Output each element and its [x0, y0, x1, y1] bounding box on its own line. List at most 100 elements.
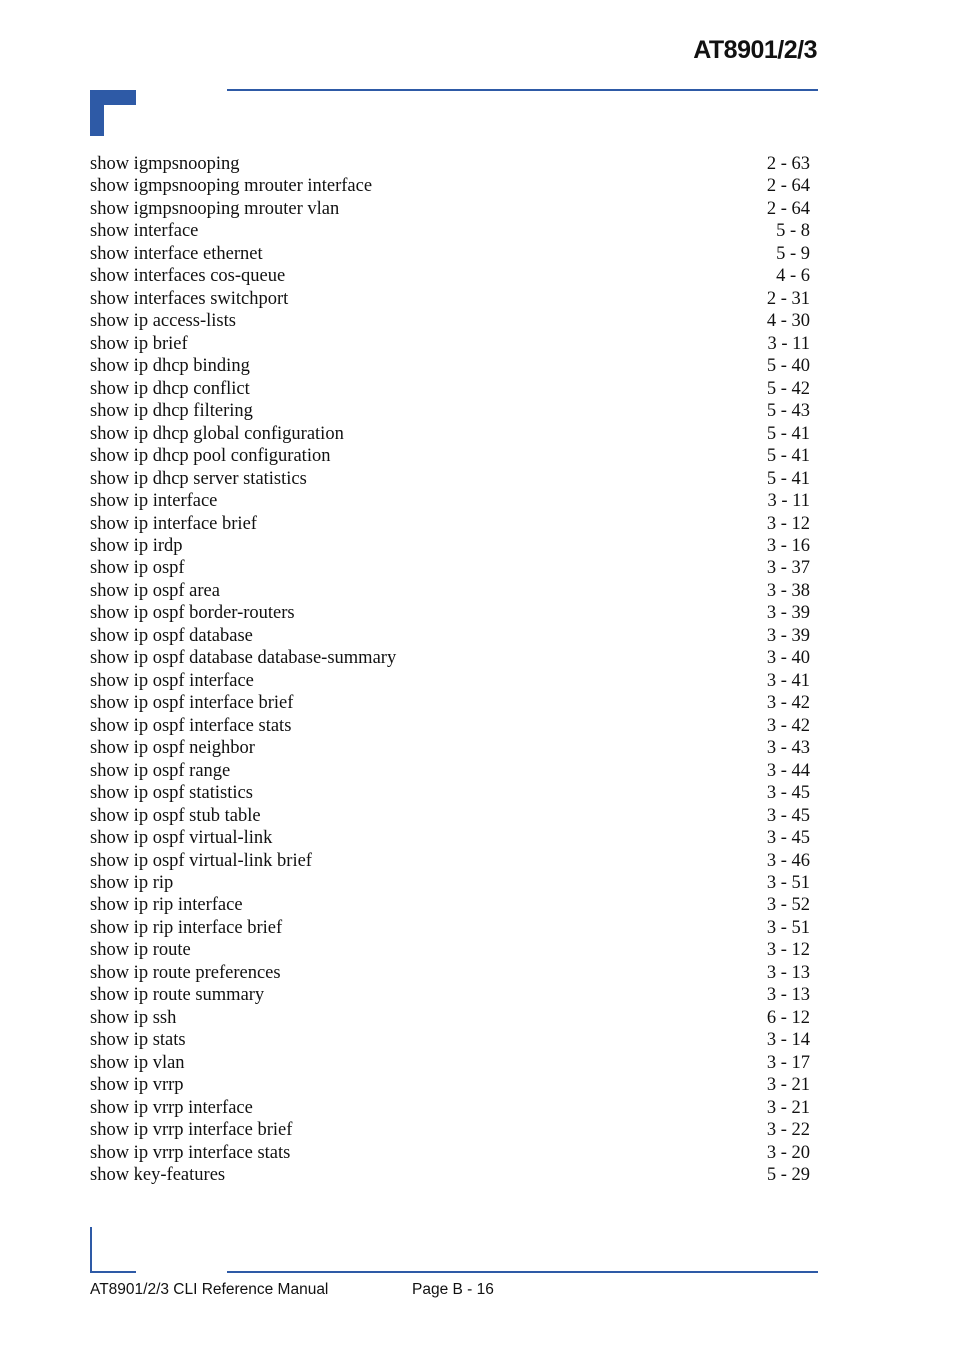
- index-entry-page: 3 - 45: [766, 828, 810, 849]
- index-entry: show ip route 3 - 12: [90, 939, 810, 961]
- index-entry-page: 2 - 64: [766, 176, 810, 197]
- index-entry-page: 3 - 20: [766, 1142, 810, 1163]
- index-entry-page: 3 - 46: [766, 850, 810, 871]
- index-entry-command: show ip ospf neighbor: [90, 738, 255, 759]
- index-entry-page: 4 - 30: [766, 311, 810, 332]
- index-entry: show ip dhcp server statistics 5 - 41: [90, 468, 810, 490]
- index-entry-command: show ip ospf virtual-link brief: [90, 850, 312, 871]
- index-entry-command: show interface: [90, 221, 199, 242]
- index-entry-command: show ip dhcp binding: [90, 356, 250, 377]
- index-entry: show ip access-lists 4 - 30: [90, 310, 810, 332]
- index-entry-command: show ip ospf area: [90, 580, 220, 601]
- index-entry: show ip dhcp binding 5 - 40: [90, 355, 810, 377]
- index-entry: show ip ospf database 3 - 39: [90, 625, 810, 647]
- index-entry-command: show ip vrrp interface stats: [90, 1142, 291, 1163]
- index-entry: show interfaces switchport 2 - 31: [90, 288, 810, 310]
- index-entry-page: 2 - 63: [766, 154, 810, 174]
- index-entry-page: 3 - 38: [766, 580, 810, 601]
- index-entry-page: 3 - 51: [766, 873, 810, 893]
- index-entry-command: show interfaces cos-queue: [90, 266, 286, 287]
- index-entry: show key-features 5 - 29: [90, 1164, 810, 1186]
- index-entry-page: 3 - 39: [766, 625, 810, 646]
- index-entry-page: 5 - 41: [766, 468, 810, 489]
- index-entry-command: show ip ospf statistics: [90, 783, 253, 804]
- index-entry-page: 3 - 52: [766, 895, 810, 916]
- index-entry-page: 3 - 12: [766, 940, 810, 961]
- index-entry: show ip ospf virtual-link brief 3 - 46: [90, 850, 810, 872]
- index-entry: show ip vrrp interface brief 3 - 22: [90, 1119, 810, 1141]
- index-entry-command: show ip dhcp filtering: [90, 401, 253, 422]
- index-entry: show ip rip interface 3 - 52: [90, 894, 810, 916]
- index-entry-page: 2 - 31: [766, 288, 810, 309]
- index-entry-command: show interfaces switchport: [90, 288, 289, 309]
- index-entry-page: 3 - 22: [766, 1120, 810, 1141]
- index-entry-command: show ip ospf database database-summary: [90, 648, 397, 669]
- index-entry: show ip rip interface brief 3 - 51: [90, 917, 810, 939]
- index-entry-command: show ip route summary: [90, 985, 265, 1006]
- index-entry-command: show ip ospf interface stats: [90, 715, 292, 736]
- index-entry-page: 5 - 9: [776, 243, 810, 264]
- index-entry: show ip dhcp conflict 5 - 42: [90, 378, 810, 400]
- footer-rule: [227, 1271, 818, 1273]
- index-entry: show ip ospf interface 3 - 41: [90, 670, 810, 692]
- index-list: show igmpsnooping 2 - 63 show igmpsnooping…: [90, 153, 810, 1187]
- document-title: AT8901/2/3: [693, 36, 817, 64]
- index-entry-page: 3 - 21: [766, 1075, 810, 1096]
- index-entry: show ip stats 3 - 14: [90, 1029, 810, 1051]
- index-entry-command: show ip ospf database: [90, 625, 253, 646]
- index-entry: show igmpsnooping mrouter vlan 2 - 64: [90, 198, 810, 220]
- index-entry-page: 3 - 51: [766, 917, 810, 938]
- index-entry: show ip vrrp interface stats 3 - 20: [90, 1142, 810, 1164]
- index-entry: show ip route summary 3 - 13: [90, 984, 810, 1006]
- index-entry: show interfaces cos-queue 4 - 6: [90, 265, 810, 287]
- index-entry-command: show ip ospf: [90, 558, 185, 579]
- index-entry-command: show ip dhcp pool configuration: [90, 446, 331, 467]
- index-entry-command: show ip access-lists: [90, 311, 236, 332]
- index-entry-command: show ip stats: [90, 1030, 186, 1051]
- index-entry-page: 5 - 40: [766, 356, 810, 377]
- index-entry-page: 4 - 6: [776, 266, 810, 287]
- index-entry-page: 3 - 45: [766, 783, 810, 804]
- index-entry-page: 3 - 40: [766, 648, 810, 669]
- index-entry: show ip ospf neighbor 3 - 43: [90, 737, 810, 759]
- index-entry: show ip brief 3 - 11: [90, 333, 810, 355]
- index-entry-page: 3 - 43: [766, 738, 810, 759]
- index-entry: show ip ssh 6 - 12: [90, 1007, 810, 1029]
- index-entry-page: 5 - 8: [776, 221, 810, 242]
- index-entry-page: 3 - 11: [767, 333, 810, 354]
- index-entry-command: show ip dhcp conflict: [90, 378, 250, 399]
- index-entry-page: 3 - 21: [766, 1097, 810, 1118]
- index-entry-command: show ip ospf interface: [90, 670, 254, 691]
- index-entry-command: show ip dhcp global configuration: [90, 423, 344, 444]
- index-entry-page: 3 - 42: [766, 693, 810, 714]
- index-entry: show ip ospf interface stats 3 - 42: [90, 715, 810, 737]
- index-entry-command: show ip ospf border-routers: [90, 603, 295, 624]
- index-entry-command: show igmpsnooping mrouter vlan: [90, 198, 340, 219]
- index-entry-page: 5 - 41: [766, 423, 810, 444]
- index-entry-command: show ip vrrp interface: [90, 1097, 253, 1118]
- index-entry: show ip dhcp filtering 5 - 43: [90, 400, 810, 422]
- index-entry-command: show ip ssh: [90, 1007, 177, 1028]
- index-entry-command: show ip rip interface: [90, 895, 243, 916]
- index-entry: show ip ospf interface brief 3 - 42: [90, 692, 810, 714]
- corner-mark-horizontal: [90, 90, 136, 105]
- index-entry: show igmpsnooping mrouter interface 2 - 6…: [90, 175, 810, 197]
- index-entry-command: show ip vrrp interface brief: [90, 1120, 293, 1141]
- index-entry-page: 3 - 13: [766, 962, 810, 983]
- index-entry-page: 5 - 43: [766, 401, 810, 422]
- index-entry: show ip vrrp 3 - 21: [90, 1074, 810, 1096]
- index-entry-command: show ip interface brief: [90, 513, 257, 534]
- index-entry-page: 3 - 44: [766, 760, 810, 781]
- index-entry: show ip ospf virtual-link 3 - 45: [90, 827, 810, 849]
- index-entry: show ip ospf border-routers 3 - 39: [90, 602, 810, 624]
- index-entry: show ip vlan 3 - 17: [90, 1052, 810, 1074]
- footer-corner-vertical: [90, 1227, 92, 1273]
- index-entry: show ip route preferences 3 - 13: [90, 962, 810, 984]
- index-entry-page: 3 - 14: [766, 1030, 810, 1051]
- index-entry-command: show ip route preferences: [90, 962, 281, 983]
- index-entry: show ip interface brief 3 - 12: [90, 513, 810, 535]
- index-entry-page: 3 - 12: [766, 513, 810, 534]
- index-entry: show ip ospf 3 - 37: [90, 557, 810, 579]
- index-entry: show ip vrrp interface 3 - 21: [90, 1097, 810, 1119]
- index-entry-command: show ip irdp: [90, 535, 183, 556]
